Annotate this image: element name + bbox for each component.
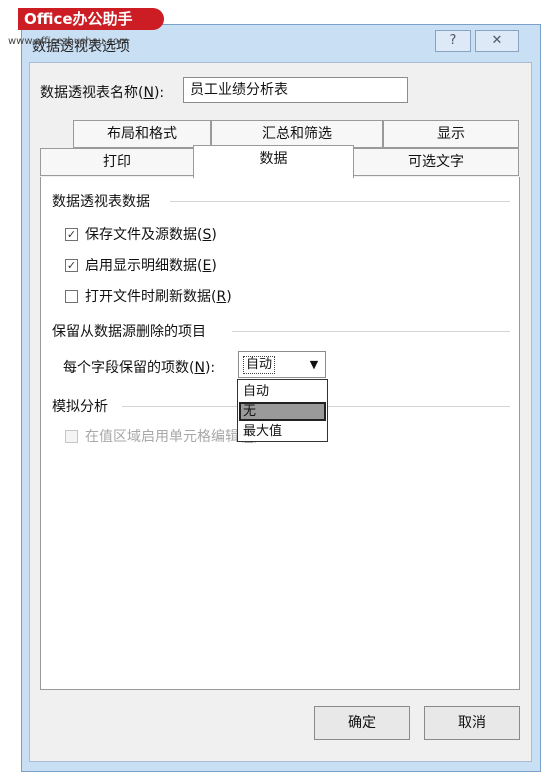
refresh-on-open-label: 打开文件时刷新数据(R) — [85, 289, 232, 305]
pivot-name-label: 数据透视表名称(N): — [40, 85, 165, 101]
cancel-button[interactable]: 取消 — [424, 706, 520, 740]
tab-layout-format[interactable]: 布局和格式 — [73, 120, 211, 148]
section-what-if-title: 模拟分析 — [52, 399, 108, 415]
dropdown-option-auto[interactable]: 自动 — [239, 382, 326, 401]
pivot-name-input[interactable]: 员工业绩分析表 — [183, 77, 408, 103]
watermark-badge: Office办公助手 — [18, 8, 164, 30]
items-per-field-combobox[interactable]: 自动 ▼ — [238, 351, 326, 378]
combobox-value: 自动 — [243, 356, 276, 374]
enable-show-details-label: 启用显示明细数据(E) — [85, 258, 217, 274]
tab-alt-text[interactable]: 可选文字 — [353, 148, 519, 176]
close-icon: ✕ — [491, 33, 503, 48]
items-per-field-label: 每个字段保留的项数(N): — [63, 360, 216, 376]
items-per-field-dropdown: 自动 无 最大值 — [237, 379, 328, 442]
ok-button[interactable]: 确定 — [314, 706, 410, 740]
dropdown-option-max[interactable]: 最大值 — [239, 422, 326, 441]
tab-totals-filters[interactable]: 汇总和筛选 — [211, 120, 383, 148]
check-icon: ✓ — [66, 228, 77, 241]
section-divider — [232, 331, 510, 332]
section-pivot-data-title: 数据透视表数据 — [52, 194, 150, 210]
help-icon: ? — [449, 33, 457, 48]
enable-cell-editing-checkbox[interactable] — [65, 430, 78, 443]
dropdown-option-none[interactable]: 无 — [239, 402, 326, 421]
section-divider — [122, 406, 237, 407]
tab-data[interactable]: 数据 — [193, 145, 354, 178]
enable-show-details-checkbox[interactable]: ✓ — [65, 259, 78, 272]
tab-print[interactable]: 打印 — [40, 148, 194, 176]
section-divider — [170, 201, 510, 202]
save-source-data-checkbox[interactable]: ✓ — [65, 228, 78, 241]
section-divider — [328, 406, 510, 407]
save-source-data-label: 保存文件及源数据(S) — [85, 227, 217, 243]
refresh-on-open-checkbox[interactable] — [65, 290, 78, 303]
watermark-url: www.officezhushou.com — [8, 36, 129, 47]
close-button[interactable]: ✕ — [475, 30, 519, 52]
chevron-down-icon[interactable]: ▼ — [304, 353, 324, 376]
tab-display[interactable]: 显示 — [383, 120, 519, 148]
help-button[interactable]: ? — [435, 30, 471, 52]
enable-cell-editing-label: 在值区域启用单元格编辑(E) — [85, 429, 259, 445]
check-icon: ✓ — [66, 259, 77, 272]
section-retain-items-title: 保留从数据源删除的项目 — [52, 324, 206, 340]
